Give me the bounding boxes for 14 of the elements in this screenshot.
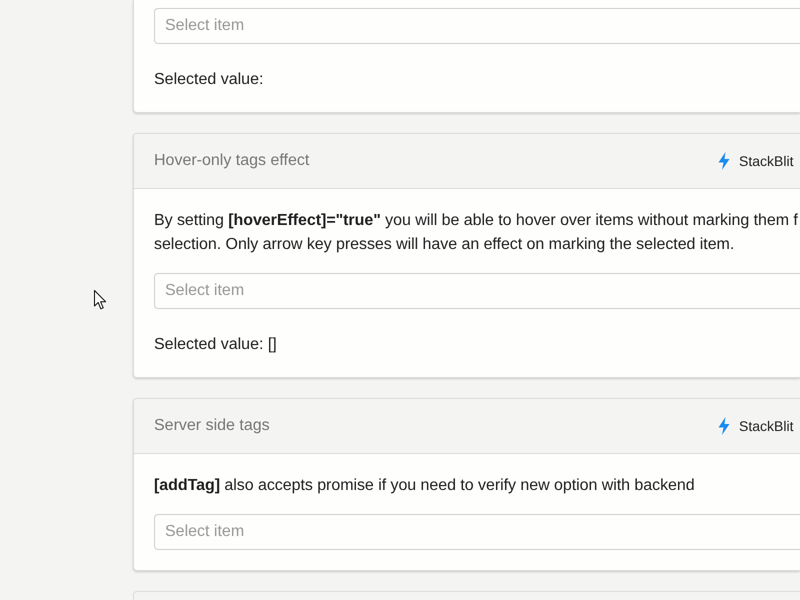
description-text: By setting [hoverEffect]="true" you will be able to hover over items without marking them f selection. Only arrow key presses will have an effect on marking the selected item. [154, 211, 799, 255]
stackblitz-link[interactable]: StackBlit [718, 417, 794, 435]
select-field[interactable]: Select item [154, 514, 800, 550]
selected-value-text: Selected value: [] [154, 335, 278, 355]
card-title: Server side tags [154, 417, 271, 435]
description-text: [addTag] also accepts promise if you need to verify new option with backend [154, 476, 696, 496]
lightning-icon [718, 417, 730, 435]
select-field[interactable]: Select item [154, 8, 800, 44]
stackblitz-link[interactable]: StackBlit [718, 152, 794, 170]
cursor-icon [94, 290, 107, 310]
lightning-icon [718, 152, 730, 170]
card-title: Hover-only tags effect [154, 152, 310, 170]
select-field[interactable]: Select item [154, 273, 800, 309]
selected-value-text: Selected value: [154, 70, 264, 90]
